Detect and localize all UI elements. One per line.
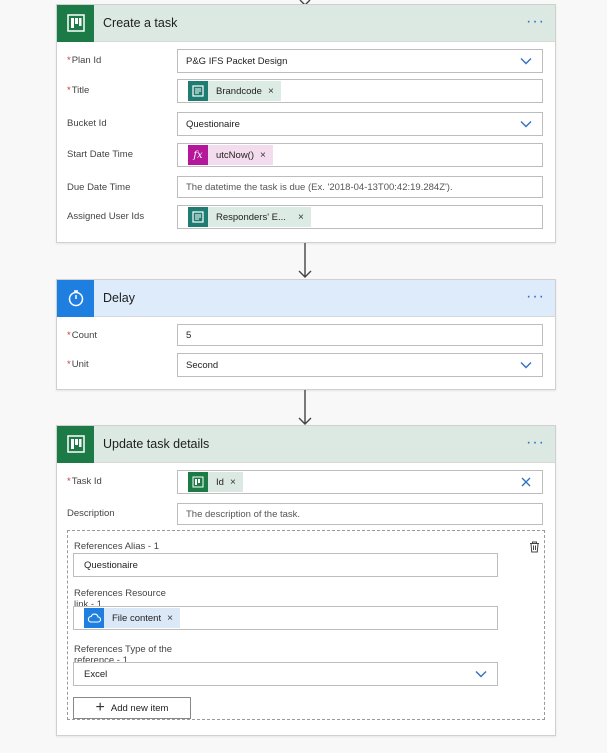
chevron-down-icon <box>520 121 532 128</box>
delay-card: Delay ··· *Count 5 *Unit Second <box>56 279 556 390</box>
cloud-icon <box>84 608 104 628</box>
id-chip[interactable]: Id × <box>188 472 243 492</box>
chevron-down-icon <box>520 58 532 65</box>
description-placeholder: The description of the task. <box>186 508 301 520</box>
references-type-dropdown[interactable]: Excel <box>73 662 498 686</box>
connector-arrow <box>298 243 312 278</box>
count-input[interactable]: 5 <box>177 324 543 346</box>
chip-label: Id <box>216 476 224 488</box>
responders-chip[interactable]: Responders' E... × <box>188 207 311 227</box>
forms-icon <box>188 207 208 227</box>
chip-remove-icon[interactable]: × <box>167 613 173 624</box>
create-task-header[interactable]: Create a task ··· <box>57 4 555 42</box>
chip-label: utcNow() <box>216 149 255 161</box>
references-alias-value: Questionaire <box>84 559 138 571</box>
chip-remove-icon[interactable]: × <box>298 212 304 223</box>
chip-label: Brandcode <box>216 85 262 97</box>
brandcode-chip[interactable]: Brandcode × <box>188 81 281 101</box>
task-id-label: *Task Id <box>67 476 102 487</box>
unit-label: *Unit <box>67 359 89 370</box>
planner-icon <box>188 472 208 492</box>
plan-id-dropdown[interactable]: P&G IFS Packet Design <box>177 49 543 73</box>
function-icon: fx <box>188 145 208 165</box>
start-date-label: Start Date Time <box>67 149 133 160</box>
chip-remove-icon[interactable]: × <box>260 150 266 161</box>
plan-id-value: P&G IFS Packet Design <box>186 55 288 67</box>
more-options-icon[interactable]: ··· <box>526 289 545 305</box>
assigned-label: Assigned User Ids <box>67 211 145 222</box>
create-task-card: Create a task ··· *Plan Id P&G IFS Packe… <box>56 4 556 243</box>
plus-icon: + <box>95 699 105 716</box>
bucket-id-dropdown[interactable]: Questionaire <box>177 112 543 136</box>
count-value: 5 <box>186 329 192 341</box>
references-resource-field[interactable]: File content × <box>73 606 498 630</box>
delay-header[interactable]: Delay ··· <box>57 279 555 317</box>
connector-arrow <box>298 390 312 425</box>
plan-id-label: *Plan Id <box>67 55 102 66</box>
start-date-field[interactable]: fx utcNow() × <box>177 143 543 167</box>
description-label: Description <box>67 508 115 519</box>
chip-label: File content <box>112 612 162 624</box>
chevron-down-icon <box>520 362 532 369</box>
file-content-chip[interactable]: File content × <box>84 608 180 628</box>
bucket-id-label: Bucket Id <box>67 118 107 129</box>
planner-icon <box>57 425 94 463</box>
due-date-input[interactable]: The datetime the task is due (Ex. '2018-… <box>177 176 543 198</box>
due-date-label: Due Date Time <box>67 182 131 193</box>
utcnow-chip[interactable]: fx utcNow() × <box>188 145 273 165</box>
title-label: *Title <box>67 85 90 96</box>
create-task-title: Create a task <box>103 16 178 30</box>
more-options-icon[interactable]: ··· <box>526 435 545 451</box>
due-date-placeholder: The datetime the task is due (Ex. '2018-… <box>186 181 453 193</box>
bucket-id-value: Questionaire <box>186 118 240 130</box>
update-task-title: Update task details <box>103 437 210 451</box>
planner-icon <box>57 4 94 42</box>
add-new-item-label: Add new item <box>110 702 169 714</box>
chip-remove-icon[interactable]: × <box>268 86 274 97</box>
count-label: *Count <box>67 330 98 341</box>
timer-icon <box>57 279 94 317</box>
references-type-value: Excel <box>84 668 108 680</box>
references-array-group: References Alias - 1 Questionaire Refere… <box>67 530 545 720</box>
update-task-header[interactable]: Update task details ··· <box>57 425 555 463</box>
delay-title: Delay <box>103 291 135 305</box>
add-new-item-button[interactable]: + Add new item <box>73 697 191 719</box>
update-task-card: Update task details ··· *Task Id Id × De… <box>56 425 556 736</box>
delete-item-icon[interactable] <box>529 541 540 553</box>
clear-icon[interactable] <box>520 476 532 488</box>
title-field[interactable]: Brandcode × <box>177 79 543 103</box>
chip-remove-icon[interactable]: × <box>230 477 236 488</box>
forms-icon <box>188 81 208 101</box>
unit-value: Second <box>186 359 219 371</box>
description-input[interactable]: The description of the task. <box>177 503 543 525</box>
task-id-field[interactable]: Id × <box>177 470 543 494</box>
assigned-field[interactable]: Responders' E... × <box>177 205 543 229</box>
chip-label: Responders' E... <box>216 211 286 223</box>
chevron-down-icon <box>475 671 487 678</box>
flow-canvas: Create a task ··· *Plan Id P&G IFS Packe… <box>0 0 607 753</box>
references-alias-label: References Alias - 1 <box>74 541 160 552</box>
more-options-icon[interactable]: ··· <box>526 14 545 30</box>
unit-dropdown[interactable]: Second <box>177 353 543 377</box>
references-alias-input[interactable]: Questionaire <box>73 553 498 577</box>
